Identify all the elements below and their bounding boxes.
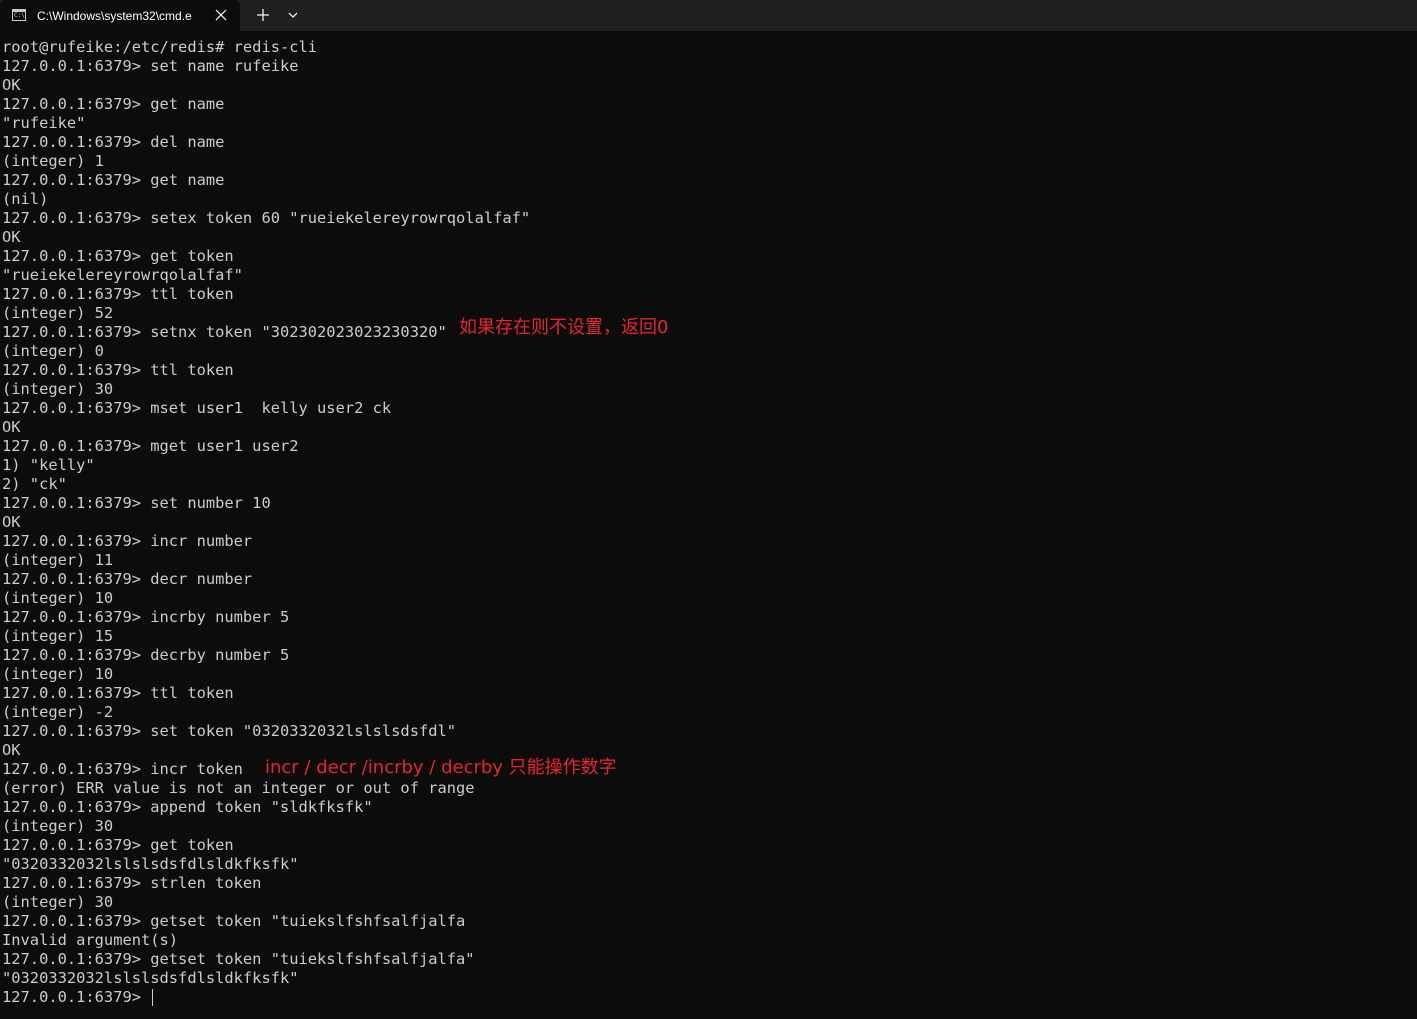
close-icon[interactable] — [212, 6, 230, 24]
terminal-line: OK — [2, 228, 21, 246]
annotation-incr: incr / decr /incrby / decrby 只能操作数字 — [265, 757, 617, 778]
terminal-line: 127.0.0.1:6379> get name — [2, 95, 225, 113]
terminal-prompt-line[interactable]: 127.0.0.1:6379> — [0, 988, 1417, 1007]
terminal-line: 127.0.0.1:6379> set token "0320332032lsl… — [2, 722, 457, 740]
terminal-line: (integer) 10 — [2, 589, 114, 607]
terminal-line: 1) "kelly" — [2, 456, 95, 474]
terminal-line: 127.0.0.1:6379> append token "sldkfksfk" — [2, 798, 373, 816]
terminal-line: 127.0.0.1:6379> incrby number 5 — [2, 608, 290, 626]
terminal-output[interactable]: root@rufeike:/etc/redis# redis-cli 127.0… — [0, 38, 1417, 1019]
terminal-line: 127.0.0.1:6379> del name — [2, 133, 225, 151]
terminal-line: "rueiekelereyrowrqolalfaf" — [2, 266, 243, 284]
terminal-line: 127.0.0.1:6379> decr number — [2, 570, 253, 588]
tab-title: C:\Windows\system32\cmd.e — [37, 9, 192, 23]
console-icon — [12, 9, 26, 21]
terminal-prompt: 127.0.0.1:6379> — [2, 988, 151, 1006]
title-bar: C:\Windows\system32\cmd.e — [0, 0, 1417, 31]
terminal-line: root@rufeike:/etc/redis# redis-cli — [2, 38, 318, 56]
terminal-line: (integer) -2 — [2, 703, 114, 721]
terminal-line: (integer) 11 — [2, 551, 114, 569]
terminal-line: 127.0.0.1:6379> mset user1 kelly user2 c… — [2, 399, 392, 417]
annotation-setnx: 如果存在则不设置，返回0 — [459, 317, 669, 338]
terminal-line: OK — [2, 418, 21, 436]
terminal-line: 127.0.0.1:6379> strlen token — [2, 874, 262, 892]
terminal-line: (integer) 30 — [2, 817, 114, 835]
terminal-line: 127.0.0.1:6379> set name rufeike — [2, 57, 299, 75]
terminal-line: OK — [2, 76, 21, 94]
terminal-window: C:\Windows\system32\cmd.e root@rufeike:/… — [0, 0, 1417, 1019]
terminal-line: (nil) — [2, 190, 49, 208]
terminal-line: 2) "ck" — [2, 475, 67, 493]
terminal-line: 127.0.0.1:6379> getset token "tuiekslfsh… — [2, 912, 466, 930]
terminal-line: 127.0.0.1:6379> setex token 60 "rueiekel… — [2, 209, 531, 227]
terminal-line: (integer) 15 — [2, 627, 114, 645]
tab-cmd[interactable]: C:\Windows\system32\cmd.e — [0, 0, 240, 31]
terminal-line: OK — [2, 513, 21, 531]
terminal-line: 127.0.0.1:6379> incr token — [2, 760, 243, 778]
plus-icon[interactable] — [254, 6, 272, 24]
terminal-line: (integer) 10 — [2, 665, 114, 683]
terminal-line: 127.0.0.1:6379> mget user1 user2 — [2, 437, 299, 455]
terminal-line: Invalid argument(s) — [2, 931, 179, 949]
terminal-line: 127.0.0.1:6379> get token — [2, 836, 234, 854]
terminal-line: 127.0.0.1:6379> get token — [2, 247, 234, 265]
chevron-down-icon[interactable] — [284, 6, 302, 24]
terminal-line: (error) ERR value is not an integer or o… — [2, 779, 475, 797]
terminal-line: 127.0.0.1:6379> ttl token — [2, 684, 234, 702]
text-cursor — [152, 989, 154, 1006]
terminal-line: 127.0.0.1:6379> ttl token — [2, 361, 234, 379]
terminal-line: (integer) 52 — [2, 304, 114, 322]
terminal-line: 127.0.0.1:6379> get name — [2, 171, 225, 189]
terminal-line: (integer) 1 — [2, 152, 104, 170]
terminal-line: (integer) 30 — [2, 893, 114, 911]
terminal-line: "rufeike" — [2, 114, 86, 132]
terminal-line: "0320332032lslslsdsfdlsldkfksfk" — [2, 969, 299, 987]
terminal-line: 127.0.0.1:6379> incr number — [2, 532, 253, 550]
terminal-line: (integer) 30 — [2, 380, 114, 398]
terminal-line: (integer) 0 — [2, 342, 104, 360]
terminal-line: 127.0.0.1:6379> ttl token — [2, 285, 234, 303]
terminal-line: 127.0.0.1:6379> getset token "tuiekslfsh… — [2, 950, 475, 968]
terminal-line: 127.0.0.1:6379> decrby number 5 — [2, 646, 290, 664]
terminal-line: "0320332032lslslsdsfdlsldkfksfk" — [2, 855, 299, 873]
terminal-line: 127.0.0.1:6379> setnx token "30230202302… — [2, 323, 447, 341]
terminal-line: OK — [2, 741, 21, 759]
terminal-line: 127.0.0.1:6379> set number 10 — [2, 494, 271, 512]
